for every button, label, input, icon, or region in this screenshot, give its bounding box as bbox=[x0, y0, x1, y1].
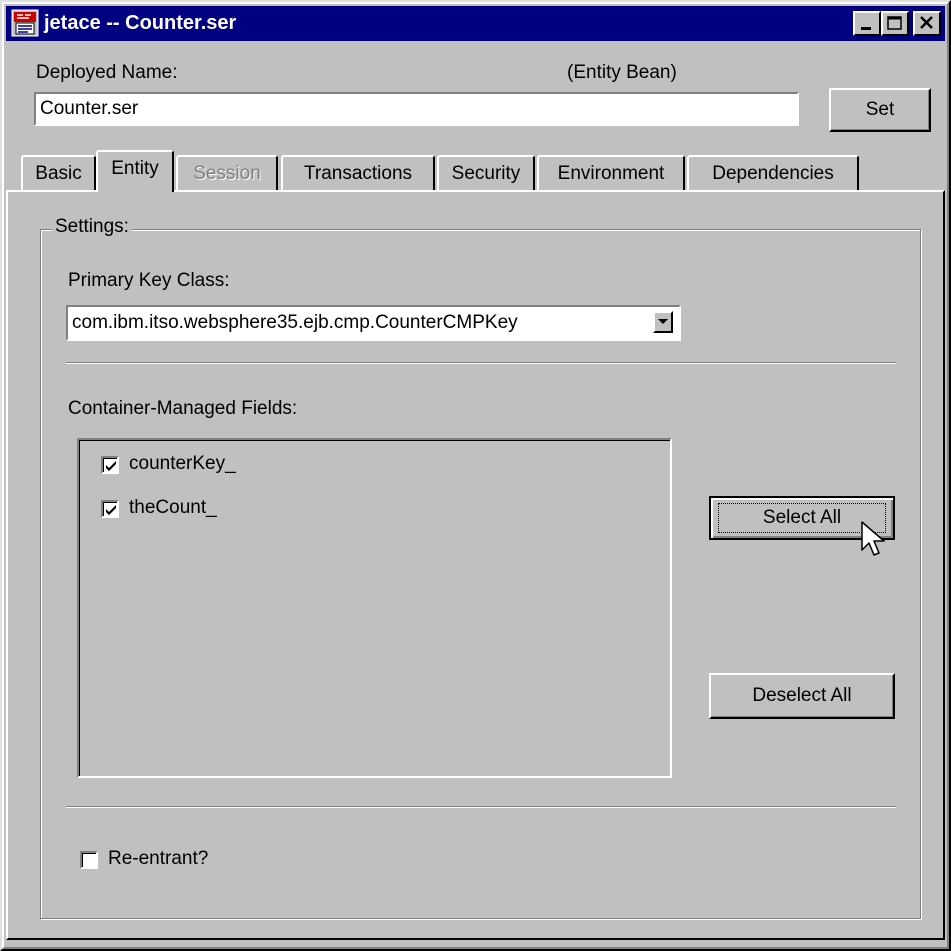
title-bar[interactable]: jetace -- Counter.ser bbox=[6, 6, 945, 41]
tab-dependencies[interactable]: Dependencies bbox=[687, 155, 859, 191]
app-icon[interactable] bbox=[11, 9, 39, 37]
tab-session: Session bbox=[176, 155, 278, 191]
tab-basic[interactable]: Basic bbox=[21, 155, 96, 191]
tab-basic-label: Basic bbox=[35, 163, 82, 184]
tab-security-label: Security bbox=[451, 163, 521, 184]
primary-key-dropdown-button[interactable] bbox=[653, 311, 673, 333]
checkmark-icon bbox=[106, 505, 116, 515]
field-label-counterkey: counterKey_ bbox=[129, 453, 236, 474]
tab-transactions-label: Transactions bbox=[303, 163, 413, 184]
close-icon bbox=[920, 16, 933, 29]
tab-entity-label: Entity bbox=[111, 158, 159, 179]
tab-environment-label: Environment bbox=[557, 163, 665, 184]
field-checkbox-thecount[interactable] bbox=[101, 500, 119, 518]
field-checkbox-counterkey[interactable] bbox=[101, 456, 119, 474]
deployed-name-label: Deployed Name: bbox=[36, 62, 178, 83]
maximize-icon bbox=[887, 16, 902, 30]
set-button-label: Set bbox=[865, 99, 895, 120]
settings-group-label: Settings: bbox=[52, 216, 132, 238]
tab-environment[interactable]: Environment bbox=[537, 155, 685, 191]
mouse-pointer-icon bbox=[861, 521, 885, 556]
checkmark-icon bbox=[106, 461, 116, 471]
tab-session-label: Session bbox=[193, 163, 261, 184]
primary-key-label: Primary Key Class: bbox=[68, 270, 230, 291]
reentrant-checkbox[interactable] bbox=[80, 851, 98, 869]
deselect-all-label: Deselect All bbox=[752, 685, 852, 706]
cmf-list[interactable] bbox=[77, 438, 672, 778]
minimize-button[interactable] bbox=[853, 11, 881, 36]
close-button[interactable] bbox=[913, 11, 941, 36]
tab-dependencies-label: Dependencies bbox=[712, 163, 834, 184]
primary-key-value: com.ibm.itso.websphere35.ejb.cmp.Counter… bbox=[72, 312, 518, 333]
separator-top bbox=[66, 362, 896, 364]
deployed-name-value: Counter.ser bbox=[40, 98, 139, 119]
tab-transactions[interactable]: Transactions bbox=[281, 155, 435, 191]
deselect-all-button[interactable]: Deselect All bbox=[709, 673, 895, 719]
deployed-name-input[interactable]: Counter.ser bbox=[34, 92, 799, 126]
cmf-label: Container-Managed Fields: bbox=[68, 398, 298, 419]
maximize-button[interactable] bbox=[881, 11, 909, 36]
window-title: jetace -- Counter.ser bbox=[44, 12, 237, 34]
chevron-down-icon bbox=[658, 319, 668, 324]
tab-security[interactable]: Security bbox=[437, 155, 535, 191]
reentrant-label: Re-entrant? bbox=[108, 848, 209, 869]
field-label-thecount: theCount_ bbox=[129, 497, 217, 518]
tab-entity[interactable]: Entity bbox=[96, 150, 174, 192]
primary-key-select[interactable]: com.ibm.itso.websphere35.ejb.cmp.Counter… bbox=[66, 305, 681, 341]
bean-type-label: (Entity Bean) bbox=[567, 62, 677, 83]
set-button[interactable]: Set bbox=[829, 88, 931, 132]
minimize-icon bbox=[861, 27, 871, 30]
separator-bottom bbox=[66, 806, 896, 808]
